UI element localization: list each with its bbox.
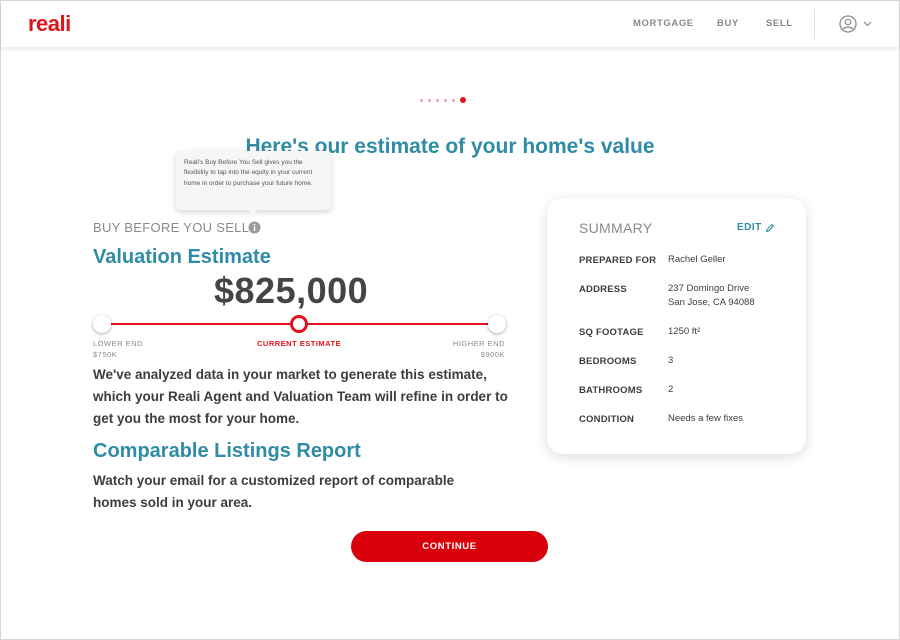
progress-dot bbox=[428, 98, 431, 102]
current-estimate-label: CURRENT ESTIMATE bbox=[257, 339, 342, 348]
valuation-amount: $825,000 bbox=[214, 270, 369, 311]
bedrooms-value: 3 bbox=[668, 355, 674, 366]
reali-logo[interactable]: reali bbox=[28, 11, 71, 37]
condition-value: Needs a few fixes bbox=[668, 413, 743, 424]
prepared-for-label: PREPARED FOR bbox=[579, 255, 657, 266]
sq-footage-label: SQ FOOTAGE bbox=[579, 327, 644, 338]
progress-dot bbox=[444, 98, 447, 102]
comparable-listings-title: Comparable Listings Report bbox=[93, 440, 361, 462]
summary-title: SUMMARY bbox=[579, 220, 653, 236]
slider-lower-handle bbox=[93, 315, 111, 333]
continue-button[interactable]: CONTINUE bbox=[351, 531, 548, 562]
chevron-down-icon bbox=[863, 21, 872, 27]
estimate-description: We've analyzed data in your market to ge… bbox=[93, 367, 508, 426]
slider-higher-handle bbox=[488, 315, 506, 333]
progress-dot bbox=[452, 98, 455, 102]
progress-dot bbox=[420, 98, 423, 102]
bedrooms-label: BEDROOMS bbox=[579, 356, 637, 367]
condition-label: CONDITION bbox=[579, 414, 635, 425]
account-menu-button[interactable] bbox=[839, 14, 875, 34]
summary-card: SUMMARY EDIT PREPARED FOR Rachel Geller … bbox=[547, 198, 806, 454]
sq-footage-value: 1250 ft² bbox=[668, 326, 701, 337]
info-icon[interactable] bbox=[248, 221, 261, 234]
prepared-for-value: Rachel Geller bbox=[668, 254, 726, 265]
nav-sell-link[interactable]: SELL bbox=[766, 18, 793, 29]
address-label: ADDRESS bbox=[579, 284, 627, 295]
edit-label: EDIT bbox=[737, 222, 762, 233]
edit-summary-button[interactable]: EDIT bbox=[737, 222, 775, 233]
progress-dot bbox=[436, 98, 439, 102]
nav-buy-link[interactable]: BUY bbox=[717, 18, 739, 29]
higher-end-label: HIGHER END $900K bbox=[452, 339, 505, 359]
valuation-title: Valuation Estimate bbox=[93, 246, 271, 268]
progress-dots bbox=[420, 96, 466, 104]
nav-mortgage-link[interactable]: MORTGAGE bbox=[633, 18, 694, 29]
page-title: Here's our estimate of your home's value bbox=[245, 135, 655, 158]
user-circle-icon bbox=[839, 15, 872, 33]
bathrooms-label: BATHROOMS bbox=[579, 385, 643, 396]
pencil-icon bbox=[765, 223, 775, 232]
lower-end-label: LOWER END $750K bbox=[93, 339, 143, 359]
progress-dot-active bbox=[460, 97, 466, 103]
section-label: BUY BEFORE YOU SELL bbox=[93, 220, 250, 235]
bathrooms-value: 2 bbox=[668, 384, 674, 395]
top-nav-bar: reali MORTGAGE BUY SELL bbox=[1, 1, 899, 47]
address-value: 237 Domingo Drive San Jose, CA 94088 bbox=[668, 283, 755, 308]
tooltip-arrow bbox=[248, 209, 258, 215]
higher-end-value: $900K bbox=[480, 350, 505, 359]
slider-current-handle[interactable] bbox=[290, 315, 308, 333]
info-tooltip: Reali's Buy Before You Sell gives you th… bbox=[176, 151, 331, 210]
comparable-listings-description: Watch your email for a customized report… bbox=[93, 473, 455, 510]
nav-divider bbox=[814, 9, 815, 39]
estimate-range-slider[interactable]: LOWER END $750K CURRENT ESTIMATE HIGHER … bbox=[93, 310, 513, 360]
lower-end-value: $750K bbox=[93, 350, 118, 359]
